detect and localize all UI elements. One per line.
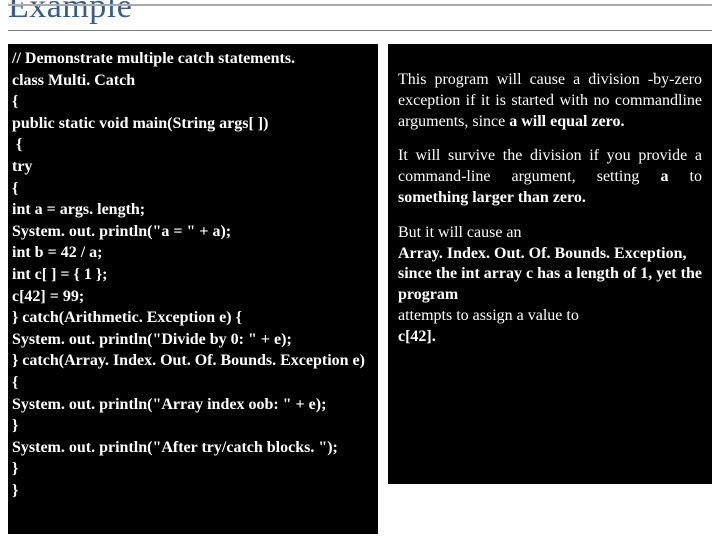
code-panel: // Demonstrate multiple catch statements… (8, 44, 378, 534)
explanation-panel: This program will cause a division -by-z… (388, 44, 712, 484)
para-text: It will survive the division if you prov… (398, 147, 702, 185)
code-line: // Demonstrate multiple catch statements… (12, 48, 370, 70)
explain-para-3: But it will cause an Array. Index. Out. … (398, 223, 702, 348)
code-line: } catch(Array. Index. Out. Of. Bounds. E… (12, 350, 370, 372)
code-line: { (12, 372, 370, 394)
code-line: } (12, 458, 370, 480)
code-line: System. out. println("Divide by 0: " + e… (12, 329, 370, 351)
code-line: class Multi. Catch (12, 70, 370, 92)
code-line: c[42] = 99; (12, 286, 370, 308)
title-divider (8, 30, 712, 31)
explain-para-2: It will survive the division if you prov… (398, 146, 702, 208)
code-line: } catch(Arithmetic. Exception e) { (12, 307, 370, 329)
para-bold: something larger than zero. (398, 189, 586, 206)
para-bold: c[42]. (398, 327, 702, 348)
code-line: System. out. println("a = " + a); (12, 221, 370, 243)
code-line: System. out. println("After try/catch bl… (12, 437, 370, 459)
code-line: { (12, 178, 370, 200)
code-line: { (12, 91, 370, 113)
code-line: } (12, 415, 370, 437)
code-line: int a = args. length; (12, 199, 370, 221)
code-line: } (12, 480, 370, 502)
slide-title: Example (8, 0, 712, 24)
code-line: try (12, 156, 370, 178)
para-text: attempts to assign a value to (398, 306, 702, 327)
code-line: int b = 42 / a; (12, 242, 370, 264)
content-row: // Demonstrate multiple catch statements… (0, 38, 720, 534)
para-bold: a will equal zero. (509, 113, 624, 130)
code-line: System. out. println("Array index oob: "… (12, 394, 370, 416)
para-text: to (668, 168, 702, 185)
code-line: { (12, 134, 370, 156)
para-bold: Array. Index. Out. Of. Bounds. Exception… (398, 244, 702, 306)
para-text: But it will cause an (398, 223, 702, 244)
explain-para-1: This program will cause a division -by-z… (398, 70, 702, 132)
code-line: public static void main(String args[ ]) (12, 113, 370, 135)
code-line: int c[ ] = { 1 }; (12, 264, 370, 286)
